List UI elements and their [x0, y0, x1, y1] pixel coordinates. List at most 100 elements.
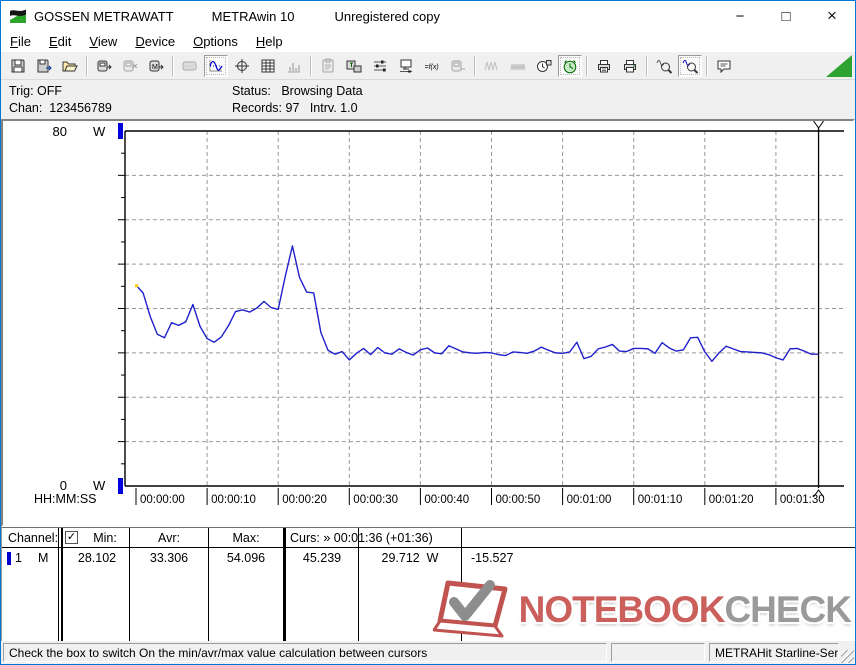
svg-text:M: M [152, 64, 158, 71]
printer2-icon [624, 60, 636, 73]
power-series-line [135, 245, 819, 363]
x-tick-label: 00:00:20 [282, 494, 327, 506]
formula-button[interactable]: =f(x) [420, 55, 444, 77]
close-button[interactable]: × [809, 1, 855, 31]
green-corner-triangle-icon [826, 55, 852, 77]
power-line-chart[interactable]: 00:00:00 00:00:10 00:00:20 00:00:30 00:00:40… [3, 121, 855, 525]
x-axis-format-label: HH:MM:SS [34, 492, 97, 506]
watermark-check: CHECK [724, 589, 852, 630]
notebookcheck-watermark: NOTEBOOKCHECK [432, 579, 852, 641]
time-sync-button[interactable] [532, 55, 556, 77]
device-send-button[interactable] [92, 55, 116, 77]
toolbar-separator [172, 56, 174, 76]
trigger-status: Trig: OFF [9, 84, 63, 98]
cursor-top-arrow-icon[interactable] [813, 121, 824, 129]
device-gray-icon [451, 60, 465, 72]
cursor-view-button[interactable] [230, 55, 254, 77]
x-tick-label: 00:01:30 [780, 494, 825, 506]
readout-table: Channel: ✓ Min: Avr: Max: Curs: » 00:01:… [1, 527, 855, 641]
product-name: METRAwin 10 [211, 8, 295, 24]
export-button [316, 55, 340, 77]
y-min-label: 0 [60, 478, 67, 493]
notebookcheck-laptop-icon [432, 580, 508, 638]
folder-open-icon [62, 61, 78, 72]
green-timer-icon [563, 60, 577, 74]
channel-list: Chan: 123456789 [9, 101, 112, 115]
license-note: Unregistered copy [334, 8, 440, 24]
menu-edit[interactable]: Edit [40, 32, 80, 52]
print-button[interactable] [618, 55, 642, 77]
channel-config-button[interactable] [368, 55, 392, 77]
menu-file[interactable]: File [1, 32, 40, 52]
minimize-button[interactable]: − [717, 1, 763, 31]
wave-chart-icon [209, 60, 223, 72]
save-as-button[interactable] [32, 55, 56, 77]
max-value: 54.096 [226, 551, 266, 565]
menu-help[interactable]: Help [247, 32, 292, 52]
clock-device-icon [537, 60, 552, 72]
app-logo-icon [10, 9, 26, 23]
x-tick-label: 00:00:40 [424, 494, 469, 506]
zoom-drag-button[interactable] [652, 55, 676, 77]
y-range-top-marker [118, 123, 123, 139]
resize-grip[interactable] [841, 650, 854, 663]
x-tick-label: 00:00:30 [353, 494, 398, 506]
save-button[interactable] [6, 55, 30, 77]
col-divider [283, 528, 286, 641]
channel-mode: M [38, 551, 49, 565]
cursor1-value: 45.239 [302, 551, 342, 565]
y-unit-label: W [93, 478, 106, 493]
channel-color-marker [7, 552, 11, 565]
x-tick-label: 00:01:20 [709, 494, 754, 506]
menu-bar: File Edit View Device Options Help [1, 31, 855, 53]
wave-small-button [480, 55, 504, 77]
menu-options[interactable]: Options [184, 32, 247, 52]
toolbar-separator [474, 56, 476, 76]
app-name: GOSSEN METRAWATT [34, 8, 174, 24]
x-tick-label: 00:00:50 [496, 494, 541, 506]
x-tick-label: 00:00:00 [140, 494, 185, 506]
y-max-label: 80 [53, 124, 67, 139]
display-config-button[interactable] [394, 55, 418, 77]
import-device-button[interactable] [342, 55, 366, 77]
floppy-icon [11, 59, 25, 73]
col-divider [58, 528, 59, 641]
y-unit-label: W [93, 124, 106, 139]
floppy-arrow-icon [37, 59, 52, 73]
speech-bubble-icon [717, 60, 731, 74]
annotation-button[interactable] [712, 55, 736, 77]
clipboard-icon [322, 58, 334, 73]
maximize-button[interactable]: □ [763, 1, 809, 31]
device-memory-button[interactable]: M [144, 55, 168, 77]
records-info: Records: 97 Intrv. 1.0 [232, 101, 358, 115]
chart-view-button[interactable] [204, 55, 228, 77]
table-view-button[interactable] [256, 55, 280, 77]
histogram-view-button [282, 55, 306, 77]
toolbar: M =f(x) [1, 53, 855, 80]
zigzag-dense-icon [510, 63, 526, 71]
open-button[interactable] [58, 55, 82, 77]
channel-number: 1 [15, 551, 22, 565]
cursor2-value: 29.712 W [381, 551, 439, 565]
menu-view[interactable]: View [80, 32, 126, 52]
chart-pane[interactable]: 00:00:00 00:00:10 00:00:20 00:00:30 00:00:40… [1, 119, 855, 527]
avr-header: Avr: [158, 531, 180, 545]
zigzag-icon [484, 61, 498, 71]
print-preview-button[interactable] [592, 55, 616, 77]
toolbar-separator [310, 56, 312, 76]
title-bar: GOSSEN METRAWATT METRAwin 10 Unregistere… [1, 1, 855, 31]
device-out-icon [97, 60, 112, 72]
zoom-curve-button[interactable] [678, 55, 702, 77]
cursor1-start-marker [135, 284, 138, 288]
cursor-header: Curs: » 00:01:36 (+01:36) [290, 531, 433, 545]
numeric-display-button [178, 55, 202, 77]
timer-button[interactable] [558, 55, 582, 77]
fx-icon: =f(x) [425, 64, 439, 71]
min-value: 28.102 [77, 551, 117, 565]
delta-value: -15.527 [471, 551, 514, 565]
minmax-checkbox[interactable]: ✓ [65, 531, 78, 544]
monitor-icon [400, 59, 412, 73]
max-header: Max: [232, 531, 260, 545]
menu-device[interactable]: Device [126, 32, 184, 52]
y-range-bottom-marker [118, 478, 123, 494]
